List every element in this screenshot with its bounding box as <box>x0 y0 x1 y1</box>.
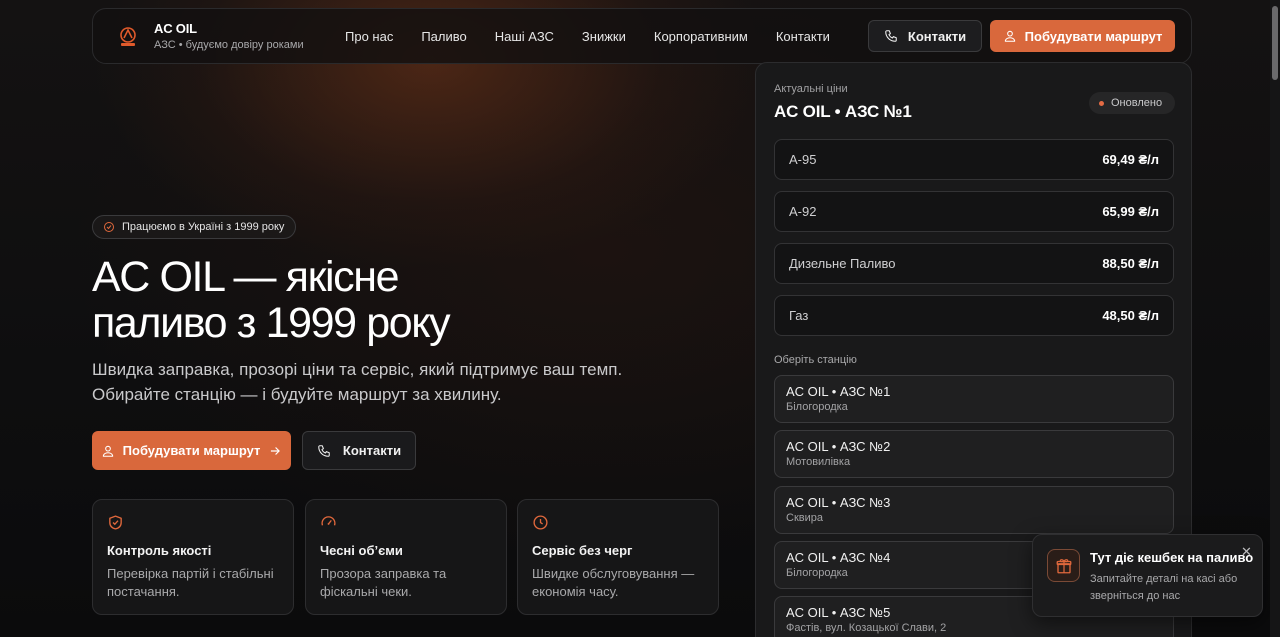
gift-icon <box>1047 549 1080 582</box>
station-name: AC OIL • АЗС №2 <box>786 439 891 454</box>
hero-title: AC OIL — якісне паливо з 1999 року <box>92 254 652 346</box>
menu-item-fuel[interactable]: Паливо <box>421 29 466 44</box>
menu-item-discounts[interactable]: Знижки <box>582 29 626 44</box>
prices-station-title: AC OIL • АЗС №1 <box>774 102 912 121</box>
header-contacts-label: Контакти <box>907 28 967 44</box>
station-name: AC OIL • АЗС №1 <box>786 384 891 399</box>
price-row: А-92 65,99 ₴/л <box>774 191 1174 232</box>
header-route-button[interactable]: Побудувати маршрут <box>990 20 1175 52</box>
arrow-right-icon <box>268 444 282 458</box>
user-pin-icon <box>101 444 115 458</box>
hero-subtitle: Швидка заправка, прозорі ціни та сервіс,… <box>92 357 652 407</box>
hero-title-line1: AC OIL — якісне <box>92 253 400 301</box>
cashback-toast: Тут діє кешбек на паливо Запитайте детал… <box>1032 534 1263 617</box>
stations-label: Оберіть станцію <box>774 354 857 366</box>
toast-title: Тут діє кешбек на паливо <box>1090 550 1254 565</box>
hero-subtitle-line2: Обирайте станцію — і будуйте маршрут за … <box>92 385 502 404</box>
header-route-label: Побудувати маршрут <box>1024 28 1163 44</box>
toast-text: Запитайте деталі на касі або зверніться … <box>1090 573 1238 602</box>
since-badge-text: Працюємо в Україні з 1999 року <box>122 221 285 233</box>
station-item-2[interactable]: AC OIL • АЗС №2 Мотовилівка <box>774 430 1174 478</box>
feature-card-volumes: Чесні об’єми Прозора заправка та фіскаль… <box>305 499 507 615</box>
feature-text: Швидке обслуговування — економія часу. <box>532 566 695 599</box>
close-icon[interactable]: ✕ <box>1241 544 1252 560</box>
price-row: Дизельне Паливо 88,50 ₴/л <box>774 243 1174 284</box>
feature-title: Чесні об’єми <box>320 543 403 558</box>
fuel-price: 65,99 ₴/л <box>1102 204 1159 219</box>
hero-title-line2: паливо з 1999 року <box>92 299 451 347</box>
station-address: Мотовилівка <box>786 456 851 468</box>
phone-icon <box>317 444 331 458</box>
phone-icon <box>884 29 898 43</box>
gauge-icon <box>320 514 492 531</box>
hero-route-label: Побудувати маршрут <box>122 443 261 458</box>
fuel-price: 88,50 ₴/л <box>1102 256 1159 271</box>
status-dot-icon <box>1099 100 1104 106</box>
feature-card-quality: Контроль якості Перевірка партій і стабі… <box>92 499 294 615</box>
menu-item-stations[interactable]: Наші АЗС <box>495 29 554 44</box>
scrollbar-thumb[interactable] <box>1272 6 1278 80</box>
station-item-1[interactable]: AC OIL • АЗС №1 Білогородка <box>774 375 1174 423</box>
station-name: AC OIL • АЗС №3 <box>786 495 891 510</box>
menu-item-about[interactable]: Про нас <box>345 29 393 44</box>
menu-item-contacts[interactable]: Контакти <box>776 29 830 44</box>
prices-label: Актуальні ціни <box>774 83 848 95</box>
check-circle-icon <box>103 221 115 233</box>
hero-subtitle-line1: Швидка заправка, прозорі ціни та сервіс,… <box>92 360 623 379</box>
feature-title: Сервіс без черг <box>532 543 633 558</box>
station-address: Сквира <box>786 512 823 524</box>
fuel-name: Дизельне Паливо <box>789 256 896 271</box>
hero-contacts-button[interactable]: Контакти <box>302 431 416 470</box>
status-badge: Оновлено <box>1089 92 1176 114</box>
shield-check-icon <box>107 514 279 531</box>
main-menu: Про нас Паливо Наші АЗС Знижки Корпорати… <box>345 29 858 44</box>
fuel-name: А-95 <box>789 152 817 167</box>
status-text: Оновлено <box>1111 97 1163 109</box>
page-scrollbar[interactable] <box>1270 0 1280 637</box>
top-navbar: AC OIL АЗС • будуємо довіру роками Про н… <box>92 8 1192 64</box>
feature-text: Перевірка партій і стабільні постачання. <box>107 566 274 599</box>
station-item-3[interactable]: AC OIL • АЗС №3 Сквира <box>774 486 1174 534</box>
fuel-name: А-92 <box>789 204 817 219</box>
menu-item-corporate[interactable]: Корпоративним <box>654 29 748 44</box>
price-row: А-95 69,49 ₴/л <box>774 139 1174 180</box>
station-address: Білогородка <box>786 401 848 413</box>
header-contacts-button[interactable]: Контакти <box>868 20 982 52</box>
brand[interactable]: AC OIL АЗС • будуємо довіру роками <box>154 21 304 51</box>
since-badge: Працюємо в Україні з 1999 року <box>92 215 297 239</box>
price-row: Газ 48,50 ₴/л <box>774 295 1174 336</box>
fuel-price: 69,49 ₴/л <box>1102 152 1159 167</box>
user-pin-icon <box>1003 29 1017 43</box>
feature-text: Прозора заправка та фіскальні чеки. <box>320 566 447 599</box>
feature-card-service: Сервіс без черг Швидке обслуговування — … <box>517 499 719 615</box>
hero-contacts-label: Контакти <box>342 443 402 458</box>
brand-logo-icon[interactable] <box>115 24 141 50</box>
brand-tagline: АЗС • будуємо довіру роками <box>154 39 304 51</box>
fuel-price: 48,50 ₴/л <box>1102 308 1159 323</box>
hero-route-button[interactable]: Побудувати маршрут <box>92 431 291 470</box>
station-address: Фастів, вул. Козацької Слави, 2 <box>786 622 947 634</box>
clock-icon <box>532 514 704 531</box>
brand-name: AC OIL <box>154 21 197 36</box>
feature-title: Контроль якості <box>107 543 212 558</box>
fuel-name: Газ <box>789 308 809 323</box>
